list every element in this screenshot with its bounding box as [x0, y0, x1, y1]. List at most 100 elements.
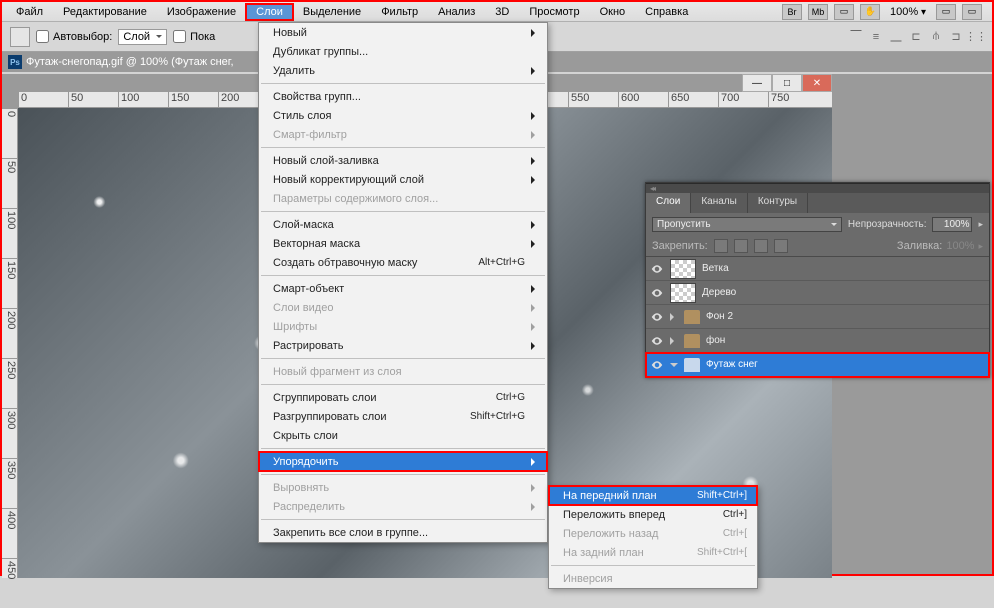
- align-right-icon[interactable]: ⊐: [948, 29, 964, 45]
- menu-item[interactable]: Слой-маска: [259, 215, 547, 234]
- menu-item: Смарт-фильтр: [259, 125, 547, 144]
- menu-item[interactable]: Новый: [259, 23, 547, 42]
- menu-image[interactable]: Изображение: [157, 4, 246, 20]
- lock-position-icon[interactable]: [754, 239, 768, 253]
- menu-item[interactable]: Новый корректирующий слой: [259, 170, 547, 189]
- submenu-item[interactable]: На передний планShift+Ctrl+]: [549, 486, 757, 505]
- maximize-button[interactable]: □: [772, 74, 802, 92]
- hand-icon[interactable]: ✋: [860, 4, 880, 20]
- menu-item[interactable]: Новый слой-заливка: [259, 151, 547, 170]
- screen-mode-icon[interactable]: ▭: [834, 4, 854, 20]
- visibility-eye-icon[interactable]: [650, 262, 664, 276]
- document-title: Футаж-снегопад.gif @ 100% (Футаж снег,: [26, 56, 234, 68]
- expand-triangle-icon[interactable]: [670, 363, 678, 371]
- layers-dropdown: НовыйДубликат группы...Удалить Свойства г…: [258, 22, 548, 543]
- menu-item[interactable]: Удалить: [259, 61, 547, 80]
- layer-row[interactable]: Дерево: [646, 281, 989, 305]
- lock-transparency-icon[interactable]: [714, 239, 728, 253]
- menu-item[interactable]: Стиль слоя: [259, 106, 547, 125]
- layer-row[interactable]: Фон 2: [646, 305, 989, 329]
- mb-icon[interactable]: Mb: [808, 4, 828, 20]
- lock-all-icon[interactable]: [774, 239, 788, 253]
- ps-icon: Ps: [8, 55, 22, 69]
- folder-icon: [684, 310, 700, 324]
- layer-row[interactable]: фон: [646, 329, 989, 353]
- expand-triangle-icon[interactable]: [670, 337, 678, 345]
- extras2-icon[interactable]: ▭: [962, 4, 982, 20]
- align-left-icon[interactable]: ⊏: [908, 29, 924, 45]
- menu-item[interactable]: Закрепить все слои в группе...: [259, 523, 547, 542]
- bridge-icon[interactable]: Br: [782, 4, 802, 20]
- menu-select[interactable]: Выделение: [293, 4, 371, 20]
- layer-thumbnail: [670, 259, 696, 279]
- submenu-item: Переложить назадCtrl+[: [549, 524, 757, 543]
- distribute-icon[interactable]: ⋮⋮: [968, 29, 984, 45]
- menu-item[interactable]: Сгруппировать слоиCtrl+G: [259, 388, 547, 407]
- visibility-eye-icon[interactable]: [650, 334, 664, 348]
- layer-name: фон: [706, 335, 725, 346]
- menu-file[interactable]: Файл: [6, 4, 53, 20]
- extras-icon[interactable]: ▭: [936, 4, 956, 20]
- layers-panel: Слои Каналы Контуры Пропустить Непрозрач…: [645, 182, 990, 378]
- layer-name: Ветка: [702, 263, 729, 274]
- auto-select-target[interactable]: Слой: [118, 29, 167, 45]
- submenu-item[interactable]: Переложить впередCtrl+]: [549, 505, 757, 524]
- show-transform-checkbox[interactable]: Пока: [173, 30, 215, 43]
- expand-triangle-icon[interactable]: [670, 313, 678, 321]
- menu-item: Слои видео: [259, 298, 547, 317]
- fill-arrow-icon[interactable]: ▸: [978, 241, 983, 252]
- blend-mode-select[interactable]: Пропустить: [652, 217, 842, 232]
- menu-view[interactable]: Просмотр: [519, 4, 589, 20]
- menu-help[interactable]: Справка: [635, 4, 698, 20]
- menu-item: Шрифты: [259, 317, 547, 336]
- fill-label: Заливка:: [897, 240, 942, 252]
- ruler-vertical: 050100150200250300350400450: [2, 108, 18, 578]
- menu-item[interactable]: Свойства групп...: [259, 87, 547, 106]
- menu-3d[interactable]: 3D: [485, 4, 519, 20]
- layer-row[interactable]: Ветка: [646, 257, 989, 281]
- menu-window[interactable]: Окно: [590, 4, 636, 20]
- align-hcenter-icon[interactable]: ⫛: [928, 29, 944, 45]
- menu-item[interactable]: Скрыть слои: [259, 426, 547, 445]
- opacity-arrow-icon[interactable]: ▸: [978, 219, 983, 230]
- opacity-value[interactable]: 100%: [932, 217, 972, 232]
- align-vcenter-icon[interactable]: ≡: [868, 29, 884, 45]
- menu-item[interactable]: Смарт-объект: [259, 279, 547, 298]
- menu-item[interactable]: Разгруппировать слоиShift+Ctrl+G: [259, 407, 547, 426]
- tab-layers[interactable]: Слои: [646, 193, 691, 213]
- lock-pixels-icon[interactable]: [734, 239, 748, 253]
- layer-row[interactable]: Футаж снег: [646, 353, 989, 377]
- layer-name: Фон 2: [706, 311, 733, 322]
- menubar: Файл Редактирование Изображение Слои Выд…: [2, 2, 992, 22]
- align-bottom-icon[interactable]: ⎽: [888, 29, 904, 45]
- menu-item[interactable]: Дубликат группы...: [259, 42, 547, 61]
- move-tool-icon[interactable]: [10, 27, 30, 47]
- menu-item[interactable]: Создать обтравочную маскуAlt+Ctrl+G: [259, 253, 547, 272]
- opacity-label: Непрозрачность:: [848, 219, 927, 230]
- close-button[interactable]: ✕: [802, 74, 832, 92]
- menu-item[interactable]: Растрировать: [259, 336, 547, 355]
- tab-paths[interactable]: Контуры: [748, 193, 808, 213]
- panel-handle[interactable]: [646, 183, 989, 193]
- menu-item[interactable]: Упорядочить: [259, 452, 547, 471]
- menu-item[interactable]: Векторная маска: [259, 234, 547, 253]
- submenu-item: Инверсия: [549, 569, 757, 588]
- tab-channels[interactable]: Каналы: [691, 193, 748, 213]
- menu-layers[interactable]: Слои: [246, 4, 293, 20]
- visibility-eye-icon[interactable]: [650, 286, 664, 300]
- layer-name: Дерево: [702, 287, 736, 298]
- minimize-button[interactable]: —: [742, 74, 772, 92]
- visibility-eye-icon[interactable]: [650, 310, 664, 324]
- menu-item: Параметры содержимого слоя...: [259, 189, 547, 208]
- submenu-item: На задний планShift+Ctrl+[: [549, 543, 757, 562]
- visibility-eye-icon[interactable]: [650, 358, 664, 372]
- menu-item: Выровнять: [259, 478, 547, 497]
- auto-select-checkbox[interactable]: Автовыбор:: [36, 30, 112, 43]
- layer-list: Ветка Дерево Фон 2 фон Футаж снег: [646, 257, 989, 377]
- menu-edit[interactable]: Редактирование: [53, 4, 157, 20]
- menu-analysis[interactable]: Анализ: [428, 4, 485, 20]
- align-top-icon[interactable]: ⎺: [848, 29, 864, 45]
- menu-filter[interactable]: Фильтр: [371, 4, 428, 20]
- fill-value[interactable]: 100%: [946, 240, 974, 252]
- zoom-level[interactable]: 100% ▾: [886, 6, 930, 18]
